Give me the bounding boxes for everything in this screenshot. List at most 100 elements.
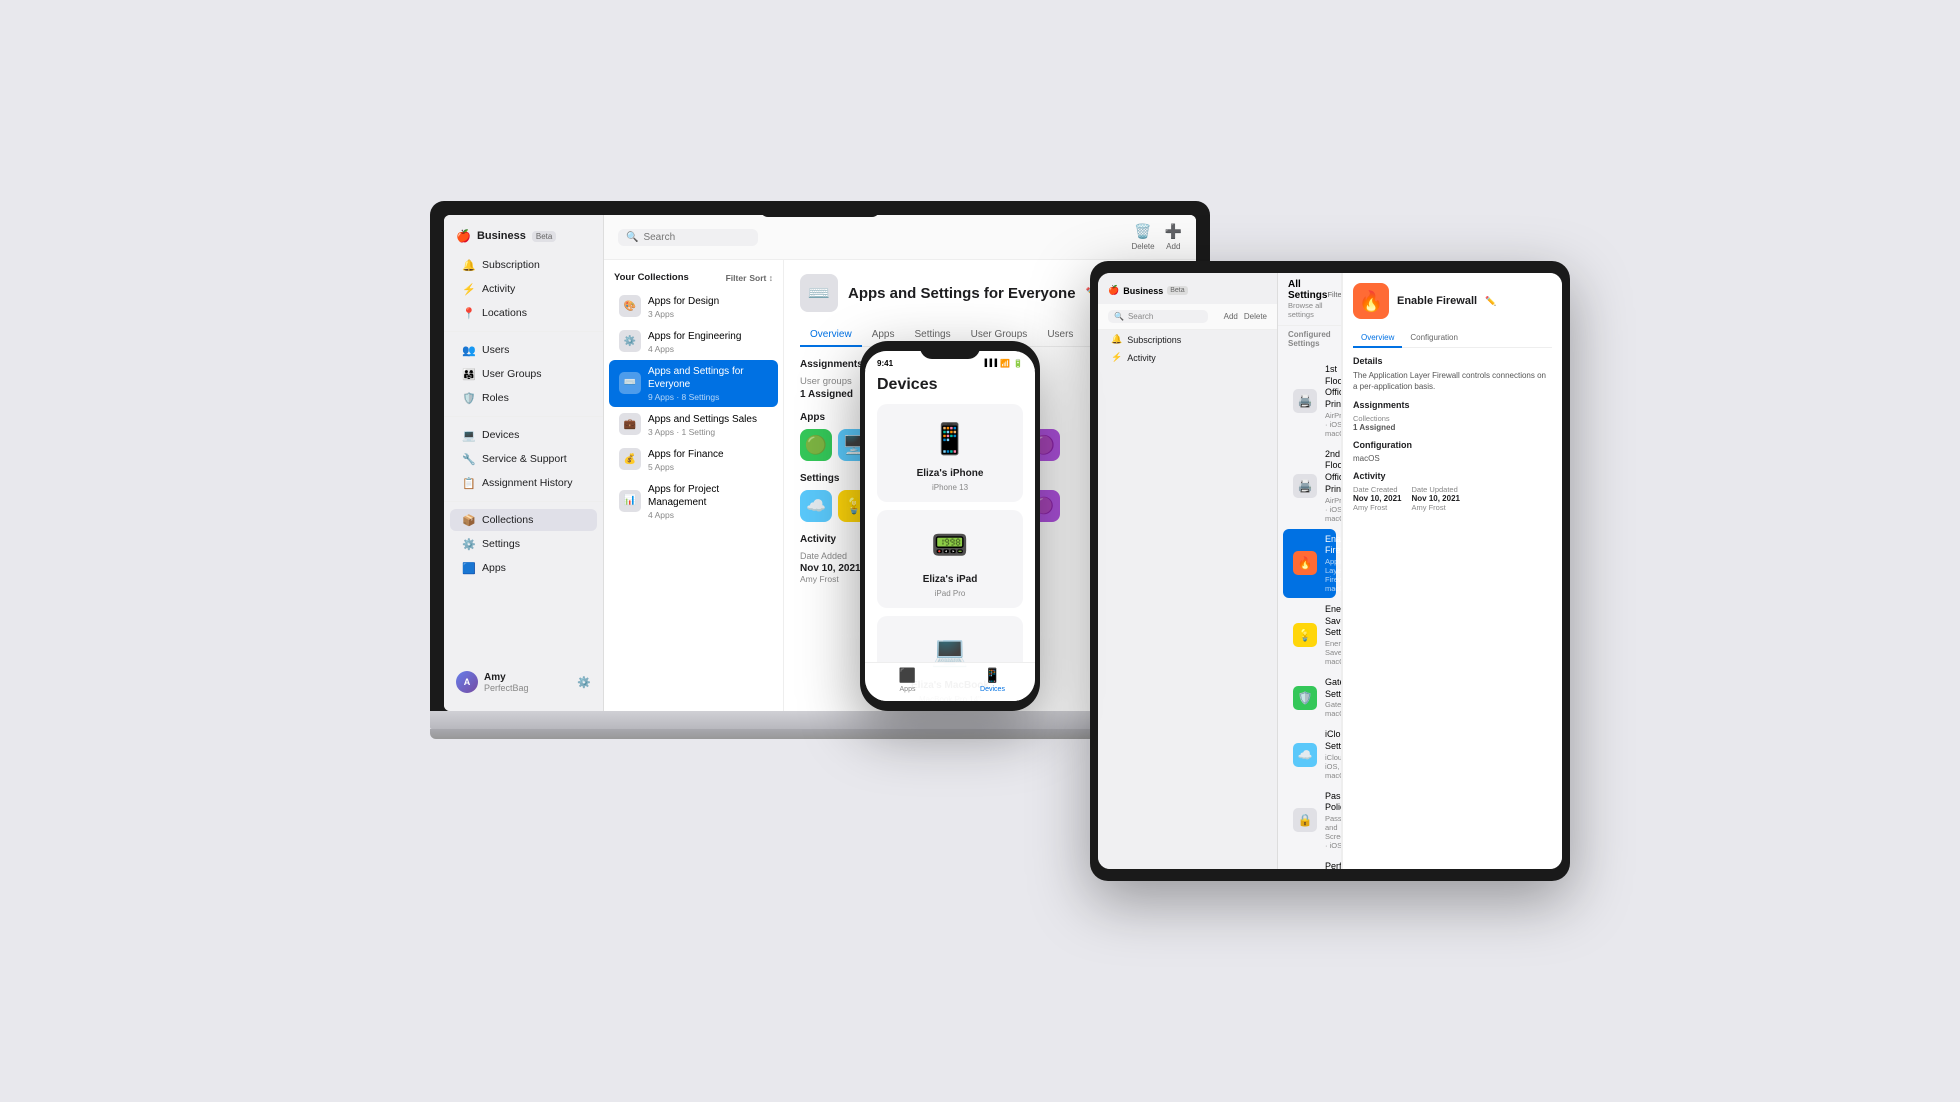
ipad-detail-header: 🔥 Enable Firewall ✏️ [1353, 283, 1552, 319]
sidebar-item-roles[interactable]: 🛡️ Roles [450, 387, 597, 409]
ipad-brand-text: Business [1123, 286, 1163, 296]
ipad-assignments-collections-label: Collections [1353, 414, 1552, 423]
settings-item-5[interactable]: ☁️ iCloud Settings iCloud · iOS, macOS [1283, 724, 1336, 784]
settings-item-4[interactable]: 🛡️ Gatekeeper Settings Gatekeeper · macO… [1283, 672, 1336, 723]
sidebar-brand-text: Business [477, 230, 526, 242]
ipad-config-box: macOS [1353, 454, 1552, 463]
ipad-date-updated-by: Amy Frost [1411, 503, 1459, 512]
ipad-filter-btn[interactable]: Filter [1327, 290, 1342, 308]
sidebar-item-service-support[interactable]: 🔧 Service & Support [450, 448, 597, 470]
delete-button[interactable]: 🗑️ Delete [1131, 223, 1154, 251]
tab-devices[interactable]: 📱 Devices [950, 667, 1035, 693]
tab-users[interactable]: Users [1037, 324, 1083, 347]
gatekeeper-icon: 🛡️ [1293, 686, 1317, 710]
collection-item-everyone[interactable]: ⌨️ Apps and Settings for Everyone 9 Apps… [609, 360, 778, 407]
settings-item-3[interactable]: 💡 Energy Saver Settings Energy Saver · m… [1283, 599, 1336, 671]
firewall-meta: Application Layer Firewall · macOS [1325, 557, 1342, 593]
ipad-device-name: Eliza's iPad [923, 574, 978, 585]
apple-icon: 🍎 [456, 229, 471, 243]
search-box[interactable]: 🔍 [618, 229, 758, 246]
energy-name: Energy Saver Settings [1325, 604, 1342, 639]
settings-icon: ⚙️ [462, 537, 476, 551]
settings-list: 🖨️ 1st Floor Office Printer AirPrint · i… [1278, 352, 1341, 869]
project-icon: 📊 [619, 490, 641, 512]
sidebar-item-locations[interactable]: 📍 Locations [450, 302, 597, 324]
ipad-activity-label: Activity [1127, 353, 1156, 363]
iphone-notch [920, 341, 980, 359]
ipad-search-placeholder: Search [1128, 312, 1153, 321]
sidebar-item-devices[interactable]: 💻 Devices [450, 424, 597, 446]
add-label: Add [1166, 242, 1180, 251]
finance-name: Apps for Finance [648, 448, 768, 461]
sidebar-item-activity[interactable]: ⚡ Activity [450, 278, 597, 300]
sidebar-item-subscription[interactable]: 🔔 Subscription [450, 254, 597, 276]
ipad-tab-configuration[interactable]: Configuration [1402, 329, 1466, 348]
finance-meta: 5 Apps [648, 462, 768, 472]
ipad-settings-panel: All Settings Browse all settings Filter … [1278, 273, 1342, 869]
collection-item-sales[interactable]: 💼 Apps and Settings Sales 3 Apps · 1 Set… [609, 408, 778, 442]
ipad-detail-app-icon: 🔥 [1353, 283, 1389, 319]
iphone-device-image: 📱 [925, 414, 975, 464]
ipad-delete-btn[interactable]: Delete [1244, 312, 1267, 321]
ipad-nav-subscriptions[interactable]: 🔔 Subscriptions [1103, 331, 1272, 348]
locations-icon: 📍 [462, 306, 476, 320]
detail-icon: ⌨️ [800, 274, 838, 312]
collection-list: Your Collections Filter Sort ↕ 🎨 [604, 260, 784, 711]
devices-tab-icon: 📱 [984, 667, 1001, 684]
everyone-icon: ⌨️ [619, 372, 641, 394]
sales-meta: 3 Apps · 1 Setting [648, 427, 768, 437]
printer2-name: 2nd Floor Office Printer [1325, 449, 1342, 496]
iphone: 9:41 ▐▐▐ 📶 🔋 Devices 📱 Eliza's iPhone iP… [860, 341, 1040, 711]
settings-item-1[interactable]: 🖨️ 2nd Floor Office Printer AirPrint · i… [1283, 444, 1336, 528]
ipad-edit-icon[interactable]: ✏️ [1485, 296, 1496, 307]
collection-item-engineering[interactable]: ⚙️ Apps for Engineering 4 Apps [609, 325, 778, 359]
ipad-assignments-title: Assignments [1353, 400, 1552, 410]
date-added-label: Date Added [800, 551, 861, 561]
sidebar-item-collections[interactable]: 📦 Collections [450, 509, 597, 531]
service-label: Service & Support [482, 453, 567, 465]
passcode-name: Passcode Policy [1325, 791, 1342, 814]
device-card-ipad[interactable]: 📟 Eliza's iPad iPad Pro [877, 510, 1023, 608]
device-card-iphone[interactable]: 📱 Eliza's iPhone iPhone 13 [877, 404, 1023, 502]
app-icon-0[interactable]: 🟢 [800, 429, 832, 461]
sidebar-item-settings[interactable]: ⚙️ Settings [450, 533, 597, 555]
tab-overview[interactable]: Overview [800, 324, 862, 347]
everyone-meta: 9 Apps · 8 Settings [648, 392, 768, 402]
search-icon: 🔍 [626, 232, 638, 243]
settings-item-0[interactable]: 🖨️ 1st Floor Office Printer AirPrint · i… [1283, 359, 1336, 443]
roles-icon: 🛡️ [462, 391, 476, 405]
engineering-name: Apps for Engineering [648, 330, 768, 343]
printer2-icon: 🖨️ [1293, 474, 1317, 498]
settings-item-2[interactable]: 🔥 Enable Firewall Application Layer Fire… [1283, 529, 1336, 598]
add-button[interactable]: ➕ Add [1165, 223, 1182, 251]
activity-label: Activity [482, 283, 515, 295]
collection-item-finance[interactable]: 💰 Apps for Finance 5 Apps [609, 443, 778, 477]
tab-apps[interactable]: ⬛ Apps [865, 667, 950, 693]
ipad-add-btn[interactable]: Add [1224, 312, 1238, 321]
energy-meta: Energy Saver · macOS [1325, 639, 1342, 666]
collection-item-project-mgmt[interactable]: 📊 Apps for Project Management 4 Apps [609, 478, 778, 525]
collection-list-header: Your Collections Filter Sort ↕ [604, 268, 783, 289]
ipad-tab-overview[interactable]: Overview [1353, 329, 1402, 348]
sidebar-item-users[interactable]: 👥 Users [450, 339, 597, 361]
user-org: PerfectBag [484, 683, 571, 693]
ipad-settings-header: All Settings Browse all settings Filter … [1278, 273, 1341, 326]
signal-icon: ▐▐▐ [982, 360, 997, 367]
setting-icon-0[interactable]: ☁️ [800, 490, 832, 522]
icloud-meta: iCloud · iOS, macOS [1325, 753, 1342, 780]
collection-item-design[interactable]: 🎨 Apps for Design 3 Apps [609, 290, 778, 324]
ipad-search[interactable]: 🔍 Search [1108, 310, 1208, 323]
sidebar-item-assignment-history[interactable]: 📋 Assignment History [450, 472, 597, 494]
devices-tab-label: Devices [980, 686, 1005, 693]
ipad-detail-tabs: Overview Configuration [1353, 329, 1552, 348]
sidebar-item-apps[interactable]: 🟦 Apps [450, 557, 597, 579]
settings-item-7[interactable]: 📶 PerfectBag Secure Wi-Fi Settings Wi-Fi… [1283, 856, 1336, 869]
settings-item-6[interactable]: 🔒 Passcode Policy Password and Screenloc… [1283, 786, 1336, 855]
ipad-detail-title: Enable Firewall [1397, 295, 1477, 307]
settings-gear-icon[interactable]: ⚙️ [577, 676, 591, 689]
ipad-subs-icon: 🔔 [1111, 334, 1122, 345]
sidebar-item-user-groups[interactable]: 👨‍👩‍👧 User Groups [450, 363, 597, 385]
ipad-nav-activity[interactable]: ⚡ Activity [1103, 349, 1272, 366]
collection-filter[interactable]: Filter Sort ↕ [726, 273, 773, 283]
search-input[interactable] [643, 232, 750, 243]
